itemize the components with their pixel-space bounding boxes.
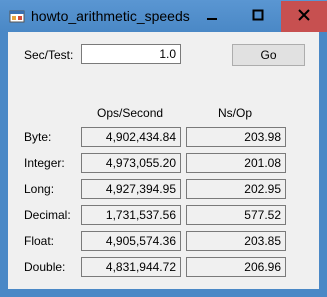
- go-button[interactable]: Go: [232, 44, 305, 66]
- row-label: Byte:: [24, 130, 52, 144]
- ns-per-op-field[interactable]: 206.96: [186, 257, 286, 277]
- row-label: Double:: [24, 260, 66, 274]
- app-window: howto_arithmetic_speeds Sec/Test: 1.0 Go…: [0, 0, 327, 297]
- ops-per-second-field[interactable]: 4,831,944.72: [81, 257, 181, 277]
- minimize-button[interactable]: [189, 1, 235, 32]
- ops-per-second-field[interactable]: 4,927,394.95: [81, 179, 181, 199]
- app-form-icon[interactable]: [9, 8, 25, 24]
- sec-per-test-label: Sec/Test:: [24, 48, 74, 62]
- ops-per-second-field[interactable]: 4,902,434.84: [81, 127, 181, 147]
- client-area: Sec/Test: 1.0 Go Ops/Second Ns/Op Byte: …: [8, 32, 319, 289]
- minimize-icon: [206, 9, 218, 24]
- ns-per-op-field[interactable]: 203.98: [186, 127, 286, 147]
- window-title: howto_arithmetic_speeds: [31, 8, 190, 24]
- title-bar[interactable]: howto_arithmetic_speeds: [0, 0, 327, 32]
- ops-per-second-field[interactable]: 1,731,537.56: [81, 205, 181, 225]
- row-label: Decimal:: [24, 208, 71, 222]
- ns-per-op-field[interactable]: 577.52: [186, 205, 286, 225]
- ns-per-op-field[interactable]: 203.85: [186, 231, 286, 251]
- sec-per-test-input[interactable]: 1.0: [81, 44, 181, 64]
- row-label: Long:: [24, 182, 55, 196]
- ns-per-op-header: Ns/Op: [218, 106, 253, 120]
- row-label: Integer:: [24, 156, 65, 170]
- maximize-button[interactable]: [235, 1, 281, 32]
- row-label: Float:: [24, 234, 55, 248]
- maximize-icon: [252, 9, 264, 24]
- ns-per-op-field[interactable]: 202.95: [186, 179, 286, 199]
- close-button[interactable]: [281, 1, 327, 32]
- ops-per-second-field[interactable]: 4,973,055.20: [81, 153, 181, 173]
- ops-per-second-header: Ops/Second: [97, 106, 164, 120]
- ns-per-op-field[interactable]: 201.08: [186, 153, 286, 173]
- close-icon: [298, 9, 310, 24]
- ops-per-second-field[interactable]: 4,905,574.36: [81, 231, 181, 251]
